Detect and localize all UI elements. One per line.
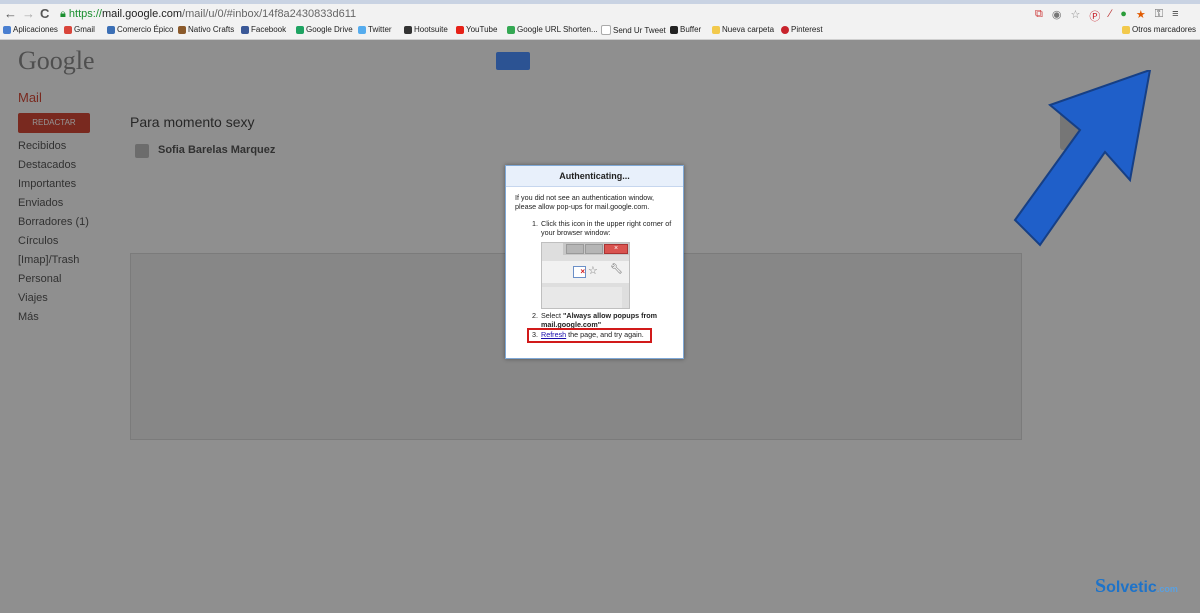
highlight-box bbox=[527, 328, 652, 343]
bookmarks-bar: Aplicaciones Gmail Comercio Épico Nativo… bbox=[0, 24, 1200, 40]
bookmark-facebook[interactable]: Facebook bbox=[241, 25, 286, 34]
step1-text: Click this icon in the upper right corne… bbox=[541, 219, 672, 237]
popup-blocked-icon: × bbox=[573, 266, 586, 278]
google-icon bbox=[507, 25, 515, 34]
pen-icon[interactable]: ∕ bbox=[1109, 8, 1111, 24]
dialog-title: Authenticating... bbox=[506, 166, 683, 187]
bookmark-hootsuite[interactable]: Hootsuite bbox=[404, 25, 448, 34]
menu-icon[interactable]: ≡ bbox=[1172, 8, 1178, 24]
star-extension-icon[interactable]: ★ bbox=[1136, 8, 1146, 24]
auth-dialog: Authenticating... If you did not see an … bbox=[505, 165, 684, 359]
bookmark-youtube[interactable]: YouTube bbox=[456, 25, 497, 34]
solvetic-watermark: Solvetic.com bbox=[1095, 575, 1178, 597]
apps-grid-icon bbox=[3, 25, 11, 34]
pinterest-icon[interactable]: Ⓟ bbox=[1089, 8, 1100, 24]
window-controls: × bbox=[563, 243, 629, 255]
step2-text: Select "Always allow popups from mail.go… bbox=[541, 311, 658, 329]
twitter-icon bbox=[358, 25, 366, 34]
maximize-icon bbox=[585, 244, 603, 254]
bookmark-buffer[interactable]: Buffer bbox=[670, 25, 701, 34]
extension-g-icon[interactable]: ● bbox=[1120, 8, 1127, 24]
hootsuite-icon bbox=[404, 25, 412, 34]
gmail-icon bbox=[64, 25, 72, 34]
bookmark-comercio[interactable]: Comercio Épico bbox=[107, 25, 173, 34]
buffer-icon bbox=[670, 25, 678, 34]
site-icon bbox=[107, 25, 115, 34]
forward-icon[interactable]: → bbox=[22, 6, 35, 21]
lock-icon: 🔒︎ bbox=[60, 8, 66, 20]
dialog-intro: If you did not see an authentication win… bbox=[515, 193, 655, 211]
youtube-icon bbox=[456, 25, 464, 34]
bookmark-drive[interactable]: Google Drive bbox=[296, 25, 353, 34]
bookmark-twitter[interactable]: Twitter bbox=[358, 25, 392, 34]
extension-icons: ⧉ ◉ ☆ Ⓟ ∕ ● ★ ⚿ ≡ bbox=[1035, 8, 1179, 24]
minimize-icon bbox=[566, 244, 584, 254]
wrench-icon[interactable]: ⚿ bbox=[1155, 8, 1163, 24]
wrench-icon: 🔧︎ bbox=[610, 264, 623, 275]
browser-toolbar: ← → C 🔒︎ https://mail.google.com/mail/u/… bbox=[0, 4, 1200, 25]
popup-blocked-icon[interactable]: ⧉ bbox=[1035, 8, 1043, 24]
pinterest-icon bbox=[781, 25, 789, 34]
url-path: /mail/u/0/#inbox/14f8a2430833d611 bbox=[182, 8, 357, 20]
facebook-icon bbox=[241, 25, 249, 34]
folder-icon bbox=[1122, 25, 1130, 34]
close-icon: × bbox=[604, 244, 628, 254]
arrow-shape bbox=[1013, 70, 1152, 247]
url-host: mail.google.com bbox=[101, 8, 183, 20]
bookmark-nativo[interactable]: Nativo Crafts bbox=[178, 25, 234, 34]
url-scheme: https:// bbox=[68, 8, 102, 20]
folder-icon bbox=[712, 25, 720, 34]
content-area bbox=[542, 287, 622, 308]
drive-icon bbox=[296, 25, 304, 34]
site-icon bbox=[178, 25, 186, 34]
bookmark-other[interactable]: Otros marcadores bbox=[1122, 25, 1196, 34]
bookmark-folder[interactable]: Nueva carpeta bbox=[712, 25, 774, 34]
watermark-s: S bbox=[1095, 575, 1107, 597]
bookmark-url-shortener[interactable]: Google URL Shorten... bbox=[507, 25, 598, 34]
eye-icon[interactable]: ◉ bbox=[1052, 8, 1062, 24]
address-bar[interactable]: 🔒︎ https://mail.google.com/mail/u/0/#inb… bbox=[60, 7, 1060, 21]
star-icon[interactable]: ☆ bbox=[1070, 8, 1080, 24]
star-icon: ☆ bbox=[588, 265, 598, 277]
back-icon[interactable]: ← bbox=[4, 6, 17, 21]
step-number: 1. bbox=[532, 219, 538, 228]
browser-corner-screenshot: × × ☆ 🔧︎ bbox=[541, 242, 630, 309]
annotation-arrow bbox=[1013, 70, 1152, 247]
step-number: 2. bbox=[532, 311, 538, 320]
bookmark-apps[interactable]: Aplicaciones bbox=[3, 25, 58, 34]
bookmark-pinterest[interactable]: Pinterest bbox=[781, 25, 823, 34]
reload-icon[interactable]: C bbox=[40, 6, 49, 21]
bookmark-gmail[interactable]: Gmail bbox=[64, 25, 95, 34]
bookmark-send-ur-tweet[interactable]: Send Ur Tweet bbox=[601, 25, 666, 35]
page-icon bbox=[601, 25, 611, 35]
